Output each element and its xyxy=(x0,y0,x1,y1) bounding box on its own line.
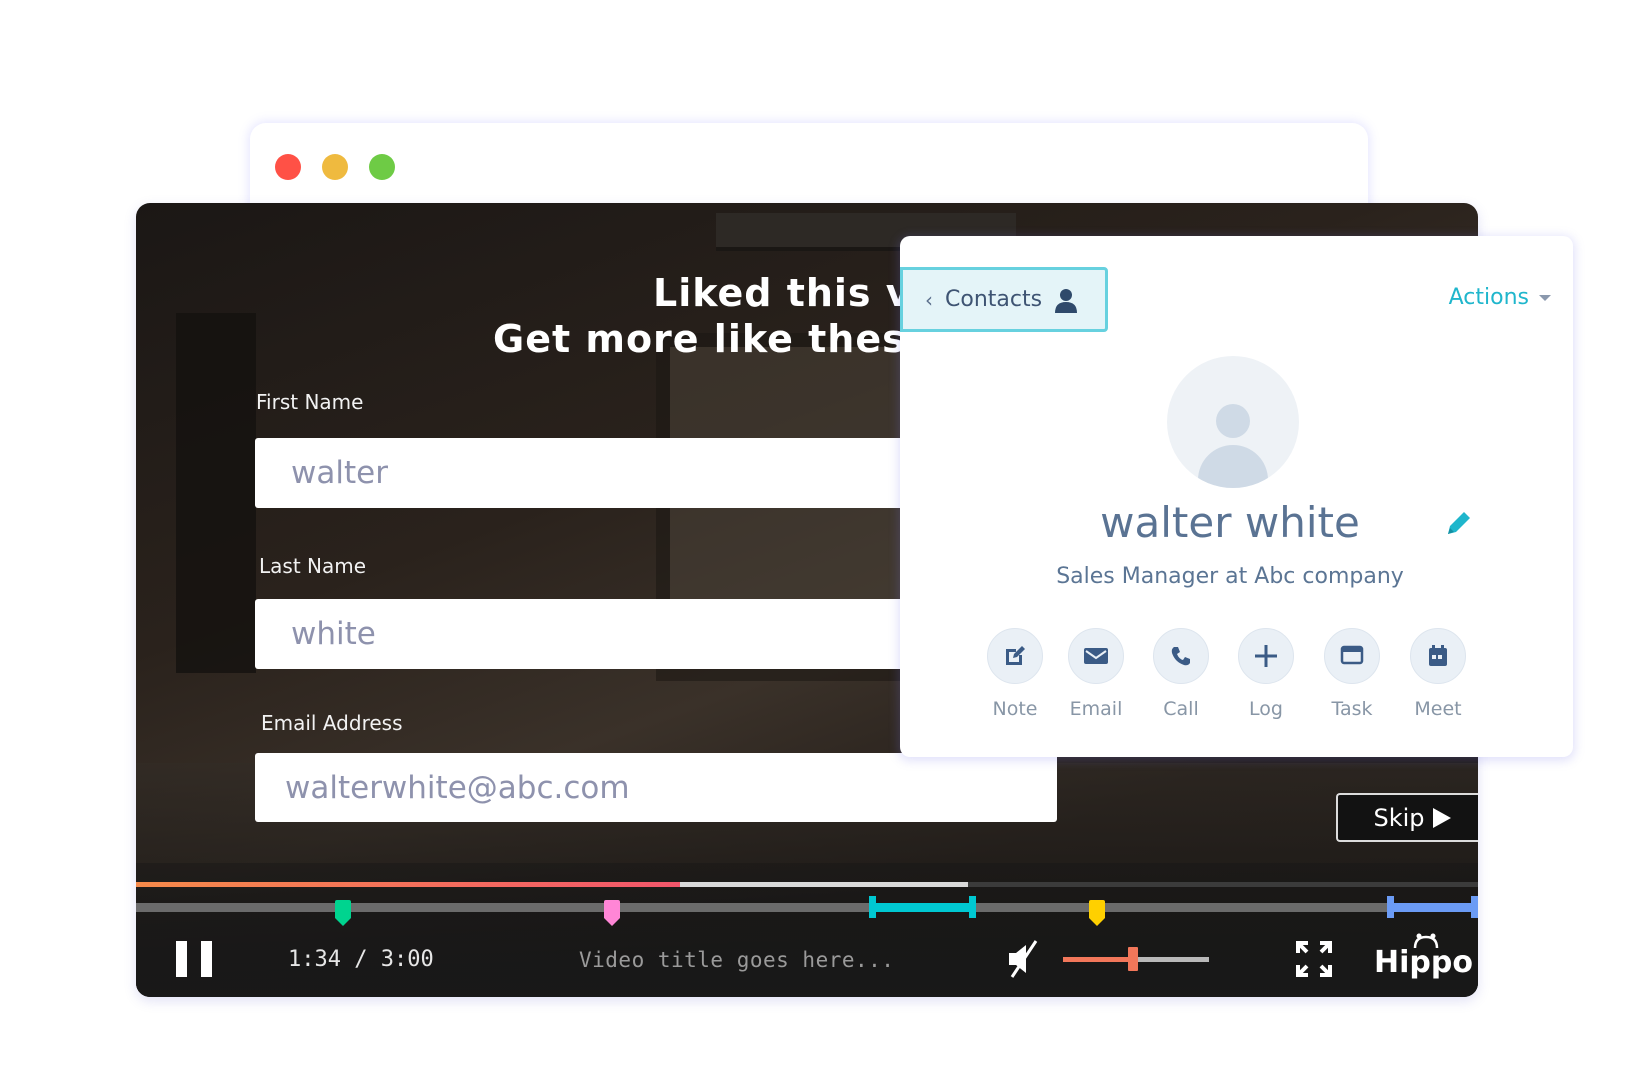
pin-body xyxy=(1088,900,1105,918)
chapter-pin-marker[interactable] xyxy=(604,900,621,926)
chapter-pin-marker[interactable] xyxy=(334,900,351,926)
range-bar xyxy=(868,903,977,912)
action-task-circle xyxy=(1324,628,1380,684)
actions-label: Actions xyxy=(1448,285,1529,310)
video-title: Video title goes here... xyxy=(579,948,895,972)
caret-down-icon xyxy=(1539,294,1551,301)
contact-card: ‹ Contacts Actions walter white Sales Ma… xyxy=(900,236,1573,757)
task-icon xyxy=(1340,645,1364,665)
pause-icon-bar-left xyxy=(176,941,187,977)
person-icon xyxy=(1055,288,1078,313)
skip-button[interactable]: Skip xyxy=(1336,793,1478,842)
action-log-circle xyxy=(1238,628,1294,684)
action-meet-label: Meet xyxy=(1414,698,1462,720)
minimize-window-button[interactable] xyxy=(322,154,348,180)
actions-dropdown[interactable]: Actions xyxy=(1449,285,1551,310)
email-input[interactable] xyxy=(255,753,1057,822)
last-name-label: Last Name xyxy=(259,554,367,578)
fullscreen-icon[interactable] xyxy=(1294,939,1334,979)
video-background-door xyxy=(176,313,256,673)
play-arrow-icon xyxy=(1432,807,1451,828)
pause-button[interactable] xyxy=(176,941,212,977)
phone-icon xyxy=(1171,647,1190,666)
pause-icon-bar-right xyxy=(201,941,212,977)
email-icon xyxy=(1084,648,1108,664)
action-task[interactable]: Task xyxy=(1311,628,1393,720)
volume-slider[interactable] xyxy=(1063,947,1209,971)
action-call-circle xyxy=(1153,628,1209,684)
avatar xyxy=(1167,356,1299,488)
range-end-cap xyxy=(969,896,977,918)
action-email[interactable]: Email xyxy=(1055,628,1137,720)
action-note-circle xyxy=(987,628,1043,684)
volume-handle[interactable] xyxy=(1128,947,1139,971)
pin-body xyxy=(334,900,351,918)
pin-tip xyxy=(604,918,621,926)
calendar-icon xyxy=(1429,645,1447,666)
action-meet[interactable]: Meet xyxy=(1397,628,1479,720)
action-call-label: Call xyxy=(1163,698,1199,720)
range-bar xyxy=(1386,903,1478,912)
range-start-cap xyxy=(1386,896,1394,918)
contacts-back-tab[interactable]: ‹ Contacts xyxy=(900,267,1108,332)
action-email-label: Email xyxy=(1069,698,1123,720)
maximize-window-button[interactable] xyxy=(369,154,395,180)
first-name-label: First Name xyxy=(256,390,364,414)
action-note-label: Note xyxy=(992,698,1038,720)
chapter-range-marker[interactable] xyxy=(1386,896,1478,918)
action-email-circle xyxy=(1068,628,1124,684)
range-start-cap xyxy=(868,896,876,918)
action-call[interactable]: Call xyxy=(1140,628,1222,720)
action-log[interactable]: Log xyxy=(1225,628,1307,720)
contact-job-title: Sales Manager at Abc company xyxy=(1056,564,1404,589)
email-label: Email Address xyxy=(261,711,403,735)
pin-body xyxy=(604,900,621,918)
mute-icon[interactable] xyxy=(1006,939,1040,979)
note-edit-icon xyxy=(1006,646,1025,665)
chapter-range-marker[interactable] xyxy=(868,896,977,918)
chapter-pin-marker[interactable] xyxy=(1088,900,1105,926)
action-log-label: Log xyxy=(1249,698,1283,720)
action-meet-circle xyxy=(1410,628,1466,684)
progress-played xyxy=(136,882,680,887)
action-note[interactable]: Note xyxy=(974,628,1056,720)
avatar-head xyxy=(1216,404,1250,438)
pin-tip xyxy=(334,918,351,926)
range-end-cap xyxy=(1470,896,1478,918)
plus-icon xyxy=(1255,645,1277,667)
time-display: 1:34 / 3:00 xyxy=(288,947,434,972)
hippo-logo[interactable]: Hippo xyxy=(1374,945,1473,980)
pin-tip xyxy=(1088,918,1105,926)
cta-headline-line2: Get more like these i xyxy=(493,317,961,361)
contacts-tab-label: Contacts xyxy=(945,287,1043,312)
chevron-left-icon: ‹ xyxy=(925,287,933,312)
pencil-edit-icon[interactable] xyxy=(1444,508,1474,538)
volume-level xyxy=(1063,957,1134,962)
skip-label: Skip xyxy=(1373,803,1425,832)
avatar-body xyxy=(1198,445,1268,488)
close-window-button[interactable] xyxy=(275,154,301,180)
action-task-label: Task xyxy=(1331,698,1373,720)
